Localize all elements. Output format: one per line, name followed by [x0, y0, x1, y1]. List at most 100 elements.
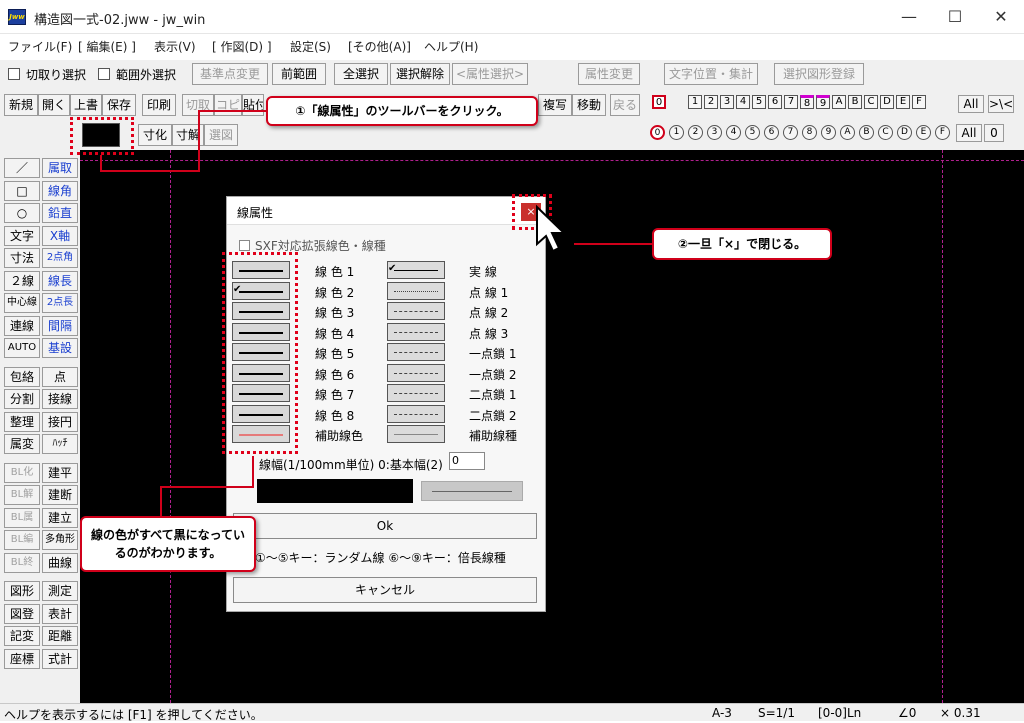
tool-right-16[interactable]: 多角形	[42, 530, 78, 550]
layer-button-2[interactable]: 2	[704, 95, 718, 109]
line-type-swatch-3[interactable]	[387, 302, 445, 320]
layer-button-0[interactable]: 0	[652, 95, 666, 109]
register-figure-button[interactable]: 選択図形登録	[774, 63, 864, 85]
layer-button-1[interactable]: 1	[688, 95, 702, 109]
tool-right-4[interactable]: 2点角	[42, 248, 78, 268]
line-type-swatch-6[interactable]	[387, 363, 445, 382]
tool-left-11[interactable]: 整理	[4, 411, 40, 432]
select-all-button[interactable]: 全選択	[334, 63, 388, 85]
tool-right-19[interactable]: 表計	[42, 603, 78, 624]
line-type-swatch-1[interactable]: ✔	[387, 261, 445, 279]
tool-right-2[interactable]: 鉛直	[42, 203, 78, 223]
group-button-8[interactable]: 8	[802, 125, 817, 140]
line-type-swatch-9[interactable]	[387, 425, 445, 443]
group-button-2[interactable]: 2	[688, 125, 703, 140]
menu-draw[interactable]: [ 作図(D) ]	[212, 38, 272, 55]
tool-left-20[interactable]: 記変	[4, 626, 40, 646]
new-button[interactable]: 新規	[4, 94, 38, 116]
menu-other[interactable]: [その他(A)]	[348, 38, 411, 55]
attr-select-button[interactable]: <属性選択>	[452, 63, 528, 85]
group-button-C[interactable]: C	[878, 125, 893, 140]
save-button[interactable]: 保存	[102, 94, 136, 116]
group-button-E[interactable]: E	[916, 125, 931, 140]
tool-right-8[interactable]: 基設	[42, 338, 78, 358]
tool-left-3[interactable]: 文字	[4, 225, 40, 246]
line-type-swatch-8[interactable]	[387, 404, 445, 423]
tool-right-20[interactable]: 距離	[42, 626, 78, 646]
menu-view[interactable]: 表示(V)	[154, 38, 196, 55]
tool-left-15[interactable]: BL属	[4, 507, 40, 528]
group-button-F[interactable]: F	[935, 125, 950, 140]
tool-left-2[interactable]: ○	[4, 203, 40, 223]
tool-left-1[interactable]: □	[4, 180, 40, 201]
tool-left-6[interactable]: 中心線	[4, 293, 40, 313]
layer-button-A[interactable]: A	[832, 95, 846, 109]
tool-left-12[interactable]: 属変	[4, 434, 40, 454]
attr-change-button[interactable]: 属性変更	[578, 63, 640, 85]
layer-button-5[interactable]: 5	[752, 95, 766, 109]
tool-right-15[interactable]: 建立	[42, 507, 78, 528]
tool-left-19[interactable]: 図登	[4, 603, 40, 624]
layer-button-B[interactable]: B	[848, 95, 862, 109]
menu-file[interactable]: ファイル(F)	[8, 38, 72, 55]
tool-left-5[interactable]: ２線	[4, 270, 40, 291]
menu-help[interactable]: ヘルプ(H)	[424, 38, 478, 55]
group-button-D[interactable]: D	[897, 125, 912, 140]
tool-right-14[interactable]: 建断	[42, 485, 78, 505]
tool-right-7[interactable]: 間隔	[42, 315, 78, 336]
copy-button[interactable]: コピ	[214, 94, 242, 116]
tool-right-10[interactable]: 接線	[42, 389, 78, 409]
layer-button-D[interactable]: D	[880, 95, 894, 109]
layer-all-button[interactable]: All	[958, 95, 984, 113]
tool-right-17[interactable]: 曲線	[42, 552, 78, 573]
group-button-4[interactable]: 4	[726, 125, 741, 140]
line-type-swatch-2[interactable]	[387, 281, 445, 300]
sxf-checkbox[interactable]	[239, 240, 250, 251]
menu-settings[interactable]: 設定(S)	[290, 38, 331, 55]
tool-left-0[interactable]: ／	[4, 158, 40, 178]
layer-button-C[interactable]: C	[864, 95, 878, 109]
group-button-A[interactable]: A	[840, 125, 855, 140]
tool-left-9[interactable]: 包絡	[4, 366, 40, 387]
layer-button-8[interactable]: 8	[800, 95, 814, 109]
tool-right-11[interactable]: 接円	[42, 411, 78, 432]
layer-button-9[interactable]: 9	[816, 95, 830, 109]
paste-button[interactable]: 貼付	[242, 94, 264, 116]
prev-range-button[interactable]: 前範囲	[272, 63, 326, 85]
tool-right-6[interactable]: 2点長	[42, 293, 78, 313]
status-layer[interactable]: [0-0]Ln	[818, 706, 861, 720]
layer-arrow-button[interactable]: >\<	[988, 95, 1014, 113]
menu-edit[interactable]: [ 編集(E) ]	[78, 38, 136, 55]
width-input[interactable]: 0	[449, 452, 485, 470]
move-button[interactable]: 移動	[572, 94, 606, 116]
group-button-6[interactable]: 6	[764, 125, 779, 140]
back-button[interactable]: 戻る	[610, 94, 640, 116]
clip-select-checkbox[interactable]	[8, 68, 20, 80]
line-type-swatch-7[interactable]	[387, 384, 445, 402]
line-type-swatch-5[interactable]	[387, 343, 445, 361]
status-zoom[interactable]: × 0.31	[940, 706, 981, 720]
deselect-button[interactable]: 選択解除	[390, 63, 450, 85]
tool-right-21[interactable]: 式計	[42, 648, 78, 669]
tool-right-13[interactable]: 建平	[42, 462, 78, 483]
line-type-swatch-4[interactable]	[387, 322, 445, 341]
tool-left-4[interactable]: 寸法	[4, 248, 40, 268]
base-change-button[interactable]: 基準点変更	[192, 63, 268, 85]
open-button[interactable]: 開く	[38, 94, 70, 116]
maximize-button[interactable]: ☐	[932, 0, 978, 34]
group-button-7[interactable]: 7	[783, 125, 798, 140]
tool-left-17[interactable]: BL終	[4, 552, 40, 573]
group-button-5[interactable]: 5	[745, 125, 760, 140]
outside-select-checkbox[interactable]	[98, 68, 110, 80]
group-zero-button[interactable]: 0	[984, 124, 1004, 142]
tool-right-0[interactable]: 属取	[42, 158, 78, 178]
group-button-1[interactable]: 1	[669, 125, 684, 140]
ok-button[interactable]: Ok	[233, 513, 537, 539]
tool-left-10[interactable]: 分割	[4, 389, 40, 409]
layer-button-4[interactable]: 4	[736, 95, 750, 109]
tool-right-18[interactable]: 測定	[42, 581, 78, 601]
tool-left-16[interactable]: BL編	[4, 530, 40, 550]
group-button-0[interactable]: 0	[650, 125, 665, 140]
select-figure-button[interactable]: 選図	[204, 124, 238, 146]
text-pos-button[interactable]: 文字位置・集計	[664, 63, 758, 85]
